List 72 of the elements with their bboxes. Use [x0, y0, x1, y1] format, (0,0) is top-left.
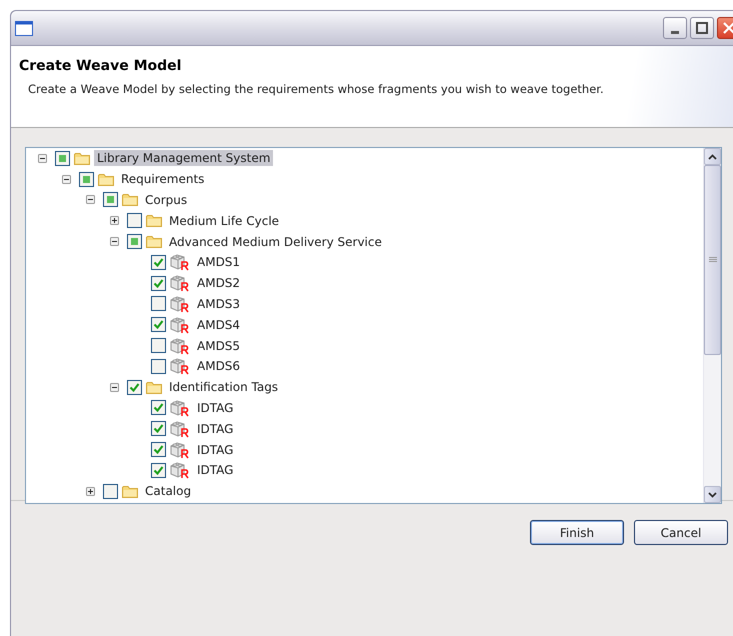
tree-item[interactable]: Advanced Medium Delivery Service — [166, 234, 385, 250]
tree-item[interactable]: Requirements — [118, 171, 208, 188]
requirement-icon — [170, 420, 190, 438]
checkbox[interactable] — [127, 234, 142, 250]
requirement-icon — [170, 440, 190, 459]
tree-item[interactable]: Library Management System — [94, 150, 274, 166]
requirement-icon — [170, 357, 190, 376]
requirement-icon — [170, 316, 190, 334]
tree-item[interactable]: AMDS2 — [194, 275, 244, 292]
grip-icon — [708, 257, 716, 263]
collapse-icon[interactable] — [110, 237, 119, 246]
tree-item[interactable]: Catalog — [142, 483, 194, 500]
checkbox[interactable] — [151, 254, 166, 270]
tree-item[interactable]: IDTAG — [194, 462, 236, 478]
collapse-icon[interactable] — [38, 154, 47, 163]
folder-icon — [122, 193, 138, 206]
requirement-icon — [170, 398, 190, 417]
dialog-button[interactable]: Cancel — [634, 520, 728, 545]
minimize-icon — [671, 30, 679, 34]
requirement-icon — [170, 294, 190, 313]
scroll-up-icon[interactable] — [708, 154, 717, 160]
window-icon — [15, 20, 33, 36]
checkbox[interactable] — [151, 462, 166, 478]
folder-icon — [98, 172, 114, 186]
close-icon — [723, 22, 733, 34]
tree-item[interactable]: Identification Tags — [166, 379, 282, 396]
checkbox[interactable] — [127, 213, 142, 228]
tree-item[interactable]: IDTAG — [194, 420, 236, 437]
checkbox[interactable] — [151, 338, 166, 354]
scrollbar[interactable] — [703, 148, 721, 503]
tree-item[interactable]: Corpus — [142, 192, 190, 208]
checkbox[interactable] — [103, 484, 118, 499]
collapse-icon[interactable] — [62, 174, 71, 184]
tree-item[interactable]: AMDS3 — [194, 296, 244, 312]
checkbox[interactable] — [79, 172, 94, 187]
checkbox[interactable] — [151, 358, 166, 374]
folder-icon — [146, 380, 162, 394]
checkbox[interactable] — [55, 150, 70, 166]
collapse-icon[interactable] — [86, 195, 95, 204]
folder-icon — [146, 235, 162, 248]
requirement-icon — [170, 253, 190, 272]
requirement-icon — [170, 336, 190, 355]
maximize-button[interactable] — [690, 17, 714, 39]
folder-icon — [122, 484, 138, 498]
collapse-icon[interactable] — [110, 382, 119, 392]
tree-item[interactable]: AMDS4 — [194, 316, 244, 333]
tree-item[interactable]: IDTAG — [194, 400, 236, 416]
scroll-down-icon[interactable] — [708, 492, 717, 498]
expand-icon[interactable] — [110, 216, 119, 226]
expand-icon[interactable] — [86, 486, 95, 496]
checkbox[interactable] — [151, 317, 166, 332]
maximize-icon — [696, 22, 708, 34]
checkbox[interactable] — [127, 380, 142, 395]
requirement-icon — [170, 274, 190, 292]
requirement-icon — [170, 461, 190, 480]
checkbox[interactable] — [103, 192, 118, 208]
folder-icon — [74, 152, 90, 165]
checkbox[interactable] — [151, 421, 166, 436]
dialog-title: Create Weave Model — [19, 58, 182, 74]
dialog-button[interactable]: Finish — [530, 520, 624, 545]
tree-item[interactable]: AMDS6 — [194, 358, 244, 374]
dialog-description: Create a Weave Model by selecting the requirements whose fragments you wish to weave together. — [28, 82, 605, 96]
minimize-button[interactable] — [663, 17, 687, 39]
checkbox[interactable] — [151, 400, 166, 416]
tree-item[interactable]: Medium Life Cycle — [166, 212, 282, 229]
checkbox[interactable] — [151, 276, 166, 291]
checkbox[interactable] — [151, 442, 166, 458]
tree-item[interactable]: AMDS5 — [194, 338, 244, 354]
folder-icon — [146, 214, 162, 228]
tree-item[interactable]: AMDS1 — [194, 254, 244, 270]
checkbox[interactable] — [151, 296, 166, 312]
tree-item[interactable]: IDTAG — [194, 442, 236, 458]
